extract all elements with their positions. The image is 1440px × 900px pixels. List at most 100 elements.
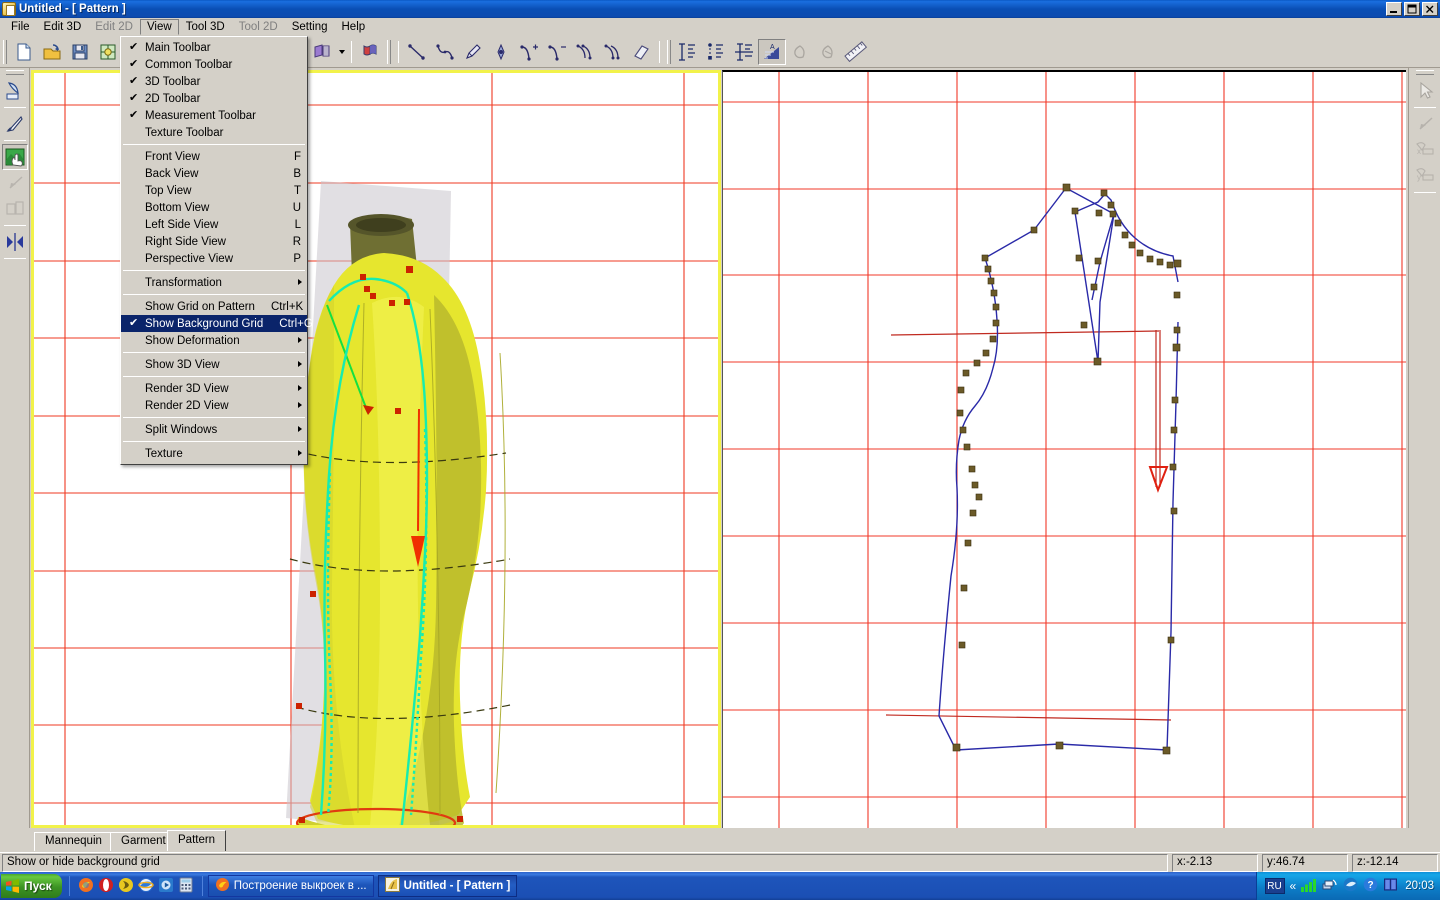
surface-select-icon[interactable]	[2, 78, 28, 104]
ie-update-icon[interactable]	[1343, 877, 1358, 895]
menu-item-render-3d-view[interactable]: Render 3D View	[121, 380, 307, 397]
status-hint: Show or hide background grid	[2, 854, 1168, 872]
flag-icon[interactable]	[356, 39, 384, 65]
measure-area-b-icon[interactable]	[814, 39, 842, 65]
maximize-button[interactable]	[1404, 2, 1420, 16]
menu-item-measurement-toolbar[interactable]: ✔Measurement Toolbar	[121, 107, 307, 124]
menu-item-texture-toolbar[interactable]: Texture Toolbar	[121, 124, 307, 141]
menu-tool-3d[interactable]: Tool 3D	[179, 19, 232, 35]
tab-pattern[interactable]: Pattern	[167, 830, 226, 851]
palette-separator	[1414, 107, 1436, 108]
symmetry-icon[interactable]	[2, 229, 28, 255]
close-button[interactable]	[1422, 2, 1438, 16]
start-label: Пуск	[24, 879, 52, 893]
palette-separator	[4, 258, 26, 259]
menu-edit-3d[interactable]: Edit 3D	[37, 19, 89, 35]
palette-separator	[4, 107, 26, 108]
curve-icon[interactable]	[431, 39, 459, 65]
taskbar-divider	[202, 876, 203, 896]
menu-item-texture[interactable]: Texture	[121, 445, 307, 462]
menu-item-bottom-view[interactable]: Bottom ViewU	[121, 199, 307, 216]
menu-item-2d-toolbar[interactable]: ✔2D Toolbar	[121, 90, 307, 107]
measure-area-a-icon[interactable]	[786, 39, 814, 65]
opera-icon[interactable]	[98, 877, 114, 896]
menu-setting[interactable]: Setting	[285, 19, 335, 35]
tab-mannequin[interactable]: Mannequin	[34, 832, 113, 851]
copy-curve-icon[interactable]	[571, 39, 599, 65]
menu-item-transformation[interactable]: Transformation	[121, 274, 307, 291]
taskbar-item-browser[interactable]: Построение выкроек в ...	[208, 875, 374, 897]
signal-bars-icon[interactable]	[1301, 878, 1317, 895]
chevron-down-icon[interactable]	[336, 39, 347, 65]
save-icon[interactable]	[66, 39, 94, 65]
check-icon: ✔	[129, 41, 138, 54]
menu-item-label: Back View	[145, 168, 198, 180]
knife-cut-icon[interactable]	[2, 111, 28, 137]
view-tabs: Mannequin Garment Pattern	[0, 830, 1440, 852]
toolbar-grip[interactable]	[387, 40, 391, 64]
measure-angle-icon[interactable]: A	[758, 39, 786, 65]
menu-item-perspective-view[interactable]: Perspective ViewP	[121, 250, 307, 267]
line-segment-icon[interactable]	[403, 39, 431, 65]
menu-item-split-windows[interactable]: Split Windows	[121, 421, 307, 438]
drape-hand-icon[interactable]	[2, 144, 28, 170]
menu-item-3d-toolbar[interactable]: ✔3D Toolbar	[121, 73, 307, 90]
menu-item-show-grid-on-pattern[interactable]: Show Grid on PatternCtrl+K	[121, 298, 307, 315]
palette-grip[interactable]	[6, 70, 24, 75]
toolbar-grip[interactable]	[667, 40, 671, 64]
winamp-icon[interactable]	[118, 877, 134, 896]
menu-item-back-view[interactable]: Back ViewB	[121, 165, 307, 182]
open-file-icon[interactable]	[38, 39, 66, 65]
menu-item-show-deformation[interactable]: Show Deformation	[121, 332, 307, 349]
taskbar-item-pattern-app[interactable]: Untitled - [ Pattern ]	[378, 875, 518, 897]
book-icon[interactable]	[1383, 877, 1398, 895]
internet-explorer-icon[interactable]	[138, 877, 154, 896]
measure-point-icon[interactable]	[702, 39, 730, 65]
texture-map-icon[interactable]	[94, 39, 122, 65]
menu-view[interactable]: View	[140, 19, 179, 35]
network-icon[interactable]	[1322, 878, 1338, 895]
menu-item-show-3d-view[interactable]: Show 3D View	[121, 356, 307, 373]
menu-item-label: Common Toolbar	[145, 59, 232, 71]
chevron-right-icon	[298, 402, 302, 408]
menu-item-render-2d-view[interactable]: Render 2D View	[121, 397, 307, 414]
add-point-icon[interactable]	[515, 39, 543, 65]
palette-grip[interactable]	[1416, 70, 1434, 75]
menu-item-label: 2D Toolbar	[145, 93, 200, 105]
menu-item-show-background-grid[interactable]: ✔Show Background GridCtrl+G	[121, 315, 307, 332]
menu-item-top-view[interactable]: Top ViewT	[121, 182, 307, 199]
new-file-icon[interactable]	[10, 39, 38, 65]
remove-point-icon[interactable]	[543, 39, 571, 65]
measure-width-icon[interactable]	[730, 39, 758, 65]
2d-pattern-view[interactable]	[722, 70, 1406, 828]
media-player-icon[interactable]	[158, 877, 174, 896]
menu-item-left-side-view[interactable]: Left Side ViewL	[121, 216, 307, 233]
menu-item-shortcut: U	[277, 202, 301, 214]
menu-item-front-view[interactable]: Front ViewF	[121, 148, 307, 165]
menu-item-main-toolbar[interactable]: ✔Main Toolbar	[121, 39, 307, 56]
minimize-button[interactable]	[1386, 2, 1402, 16]
point-icon[interactable]	[487, 39, 515, 65]
toolbar-separator	[659, 41, 660, 63]
start-button[interactable]: Пуск	[1, 874, 62, 898]
select-surface-icon[interactable]	[308, 39, 336, 65]
help-icon[interactable]: ?	[1363, 877, 1378, 895]
measure-length-icon[interactable]	[674, 39, 702, 65]
eraser-icon[interactable]	[627, 39, 655, 65]
menu-item-right-side-view[interactable]: Right Side ViewR	[121, 233, 307, 250]
language-indicator[interactable]: RU	[1265, 878, 1285, 894]
toolbar-grip[interactable]	[3, 40, 7, 64]
unfold-panel-icon	[2, 196, 28, 222]
ruler-icon[interactable]	[842, 39, 870, 65]
arrow-move-icon	[2, 170, 28, 196]
clock[interactable]: 20:03	[1403, 880, 1434, 892]
chevron-left-icon[interactable]: «	[1290, 880, 1297, 892]
calculator-icon[interactable]	[178, 877, 194, 896]
firefox-icon[interactable]	[78, 877, 94, 896]
mirror-curve-icon[interactable]	[599, 39, 627, 65]
menu-file[interactable]: File	[4, 19, 37, 35]
menu-help[interactable]: Help	[335, 19, 373, 35]
pencil-edit-icon[interactable]	[459, 39, 487, 65]
menu-item-common-toolbar[interactable]: ✔Common Toolbar	[121, 56, 307, 73]
palette-separator	[4, 140, 26, 141]
